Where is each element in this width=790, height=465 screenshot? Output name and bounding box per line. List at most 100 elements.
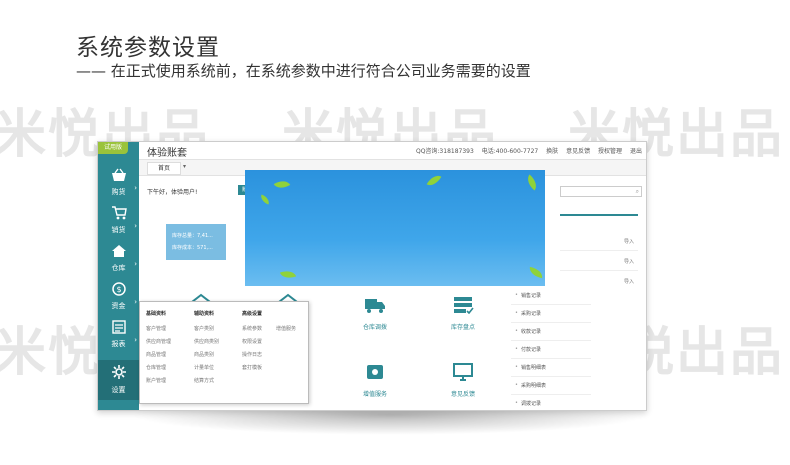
- submenu-column: 辅助资料 客户类别 供应商类别 商品类别 计量单位 结算方式: [194, 310, 219, 388]
- greeting-text: 下午好，体验用户!: [147, 189, 198, 196]
- sidebar-item-sales[interactable]: 销货 ›: [98, 202, 139, 238]
- submenu-item[interactable]: 结算方式: [194, 375, 219, 388]
- tile-stocktake[interactable]: 库存盘点: [418, 290, 508, 360]
- sidebar-item-funds[interactable]: $ 资金 ›: [98, 278, 139, 314]
- row-divider: [560, 250, 638, 251]
- import-link[interactable]: 导入: [624, 258, 634, 265]
- basket-icon: [98, 168, 139, 187]
- license-link[interactable]: 授权管理: [598, 148, 622, 155]
- sidebar-item-label: 设置: [111, 386, 126, 394]
- monitor-icon: [453, 363, 473, 381]
- tile-transfer[interactable]: 仓库调拨: [330, 290, 420, 360]
- leaf-decoration: [279, 267, 297, 282]
- row-divider: [560, 270, 638, 271]
- list-item[interactable]: 付款记录: [511, 346, 591, 353]
- service-icon: [367, 365, 383, 379]
- import-link[interactable]: 导入: [624, 238, 634, 245]
- money-icon: $: [98, 282, 139, 301]
- submenu-heading: 辅助资料: [194, 311, 215, 317]
- leaf-decoration: [426, 172, 442, 189]
- panel-divider: [560, 214, 638, 216]
- tile-feedback[interactable]: 意见反馈: [418, 357, 508, 410]
- list-item[interactable]: 收款记录: [511, 328, 591, 335]
- submenu-column: 高级设置 系统参数 权限设置 操作日志 套打模板: [242, 310, 262, 375]
- submenu-item[interactable]: 客户类别: [194, 323, 219, 336]
- gear-icon: [98, 364, 139, 385]
- stock-qty: 库存总量：7,41...: [172, 233, 213, 239]
- submenu-item[interactable]: 供应商类别: [194, 336, 219, 349]
- list-item[interactable]: 调拨记录: [511, 400, 591, 407]
- tile-label: 仓库调拨: [362, 324, 387, 331]
- sidebar-item-label: 销货: [111, 226, 126, 234]
- phone-contact: 电话:400-600-7727: [481, 148, 539, 155]
- page-subtitle: —— 在正式使用系统前，在系统参数中进行符合公司业务需要的设置: [76, 62, 531, 80]
- row-divider: [511, 394, 591, 395]
- submenu-column: 基础资料 客户管理 供应商管理 商品管理 仓库管理 账户管理: [146, 310, 171, 388]
- leaf-decoration: [528, 266, 544, 279]
- svg-text:$: $: [116, 285, 121, 294]
- import-link[interactable]: 导入: [624, 278, 634, 285]
- settings-submenu: 基础资料 客户管理 供应商管理 商品管理 仓库管理 账户管理 辅助资料 客户类别…: [139, 301, 309, 404]
- row-divider: [511, 358, 591, 359]
- sidebar-item-settings[interactable]: 设置: [98, 360, 139, 400]
- chevron-down-icon[interactable]: ▾: [183, 163, 186, 170]
- leaf-decoration: [259, 194, 271, 205]
- skin-link[interactable]: 换肤: [546, 148, 558, 155]
- list-item[interactable]: 采购明细表: [511, 382, 591, 389]
- chevron-right-icon: ›: [134, 260, 137, 268]
- submenu-item[interactable]: 权限设置: [242, 336, 262, 349]
- sidebar-item-purchase[interactable]: 购货 ›: [98, 164, 139, 200]
- submenu-item[interactable]: 仓库管理: [146, 362, 171, 375]
- submenu-item[interactable]: 增值服务: [276, 323, 296, 336]
- sidebar-item-label: 资金: [111, 302, 126, 310]
- page-title: 系统参数设置: [76, 35, 220, 61]
- submenu-heading: 基础资料: [146, 311, 167, 317]
- app-topbar: 体验账套 QQ咨询:318187393 电话:400-600-7727 换肤 意…: [139, 142, 646, 160]
- chevron-right-icon: ›: [134, 298, 137, 306]
- sidebar: 试用版 购货 › 销货 › 仓库 › $ 资金 › 报表 › 设置: [98, 142, 139, 410]
- banner: [245, 170, 545, 286]
- submenu-item[interactable]: 客户管理: [146, 323, 171, 336]
- submenu-item[interactable]: 商品管理: [146, 349, 171, 362]
- sidebar-item-reports[interactable]: 报表 ›: [98, 316, 139, 352]
- truck-icon: [365, 299, 385, 313]
- submenu-item[interactable]: 商品类别: [194, 349, 219, 362]
- tile-label: 意见反馈: [450, 391, 475, 398]
- checklist-icon: [454, 297, 474, 314]
- stock-summary: 库存总量：7,41... 库存成本：571,...: [166, 224, 226, 260]
- trial-badge: 试用版: [98, 142, 128, 154]
- submenu-heading: 高级设置: [242, 311, 263, 317]
- list-item[interactable]: 销售明细表: [511, 364, 591, 371]
- leaf-decoration: [273, 177, 291, 192]
- submenu-item[interactable]: 账户管理: [146, 375, 171, 388]
- submenu-item[interactable]: 计量单位: [194, 362, 219, 375]
- submenu-item[interactable]: 套打模板: [242, 362, 262, 375]
- record-menu-list: 销售记录 采购记录 收款记录 付款记录 销售明细表 采购明细表 调拨记录: [511, 288, 591, 413]
- tile-services[interactable]: 增值服务: [330, 357, 420, 410]
- house-icon: [98, 244, 139, 263]
- logout-link[interactable]: 退出: [630, 148, 642, 155]
- sidebar-item-label: 购货: [111, 188, 126, 196]
- submenu-item[interactable]: 操作日志: [242, 349, 262, 362]
- qq-contact: QQ咨询:318187393: [415, 148, 474, 155]
- leaf-decoration: [523, 174, 541, 191]
- chevron-right-icon: ›: [134, 222, 137, 230]
- sidebar-item-label: 仓库: [111, 264, 126, 272]
- submenu-item-system-params[interactable]: 系统参数: [242, 323, 262, 336]
- tile-label: 增值服务: [362, 391, 387, 398]
- tab-home[interactable]: 首页: [147, 162, 181, 175]
- search-icon: ⌕: [635, 188, 639, 195]
- stock-cost: 库存成本：571,...: [172, 245, 213, 251]
- app-title: 体验账套: [147, 148, 187, 159]
- sidebar-item-label: 报表: [111, 340, 126, 348]
- list-item[interactable]: 销售记录: [511, 292, 591, 299]
- sidebar-item-warehouse[interactable]: 仓库 ›: [98, 240, 139, 276]
- report-icon: [98, 320, 139, 339]
- list-item[interactable]: 采购记录: [511, 310, 591, 317]
- row-divider: [511, 340, 591, 341]
- row-divider: [511, 304, 591, 305]
- feedback-link[interactable]: 意见反馈: [566, 148, 590, 155]
- tile-label: 库存盘点: [450, 324, 475, 331]
- search-input[interactable]: ⌕: [560, 186, 642, 197]
- submenu-item[interactable]: 供应商管理: [146, 336, 171, 349]
